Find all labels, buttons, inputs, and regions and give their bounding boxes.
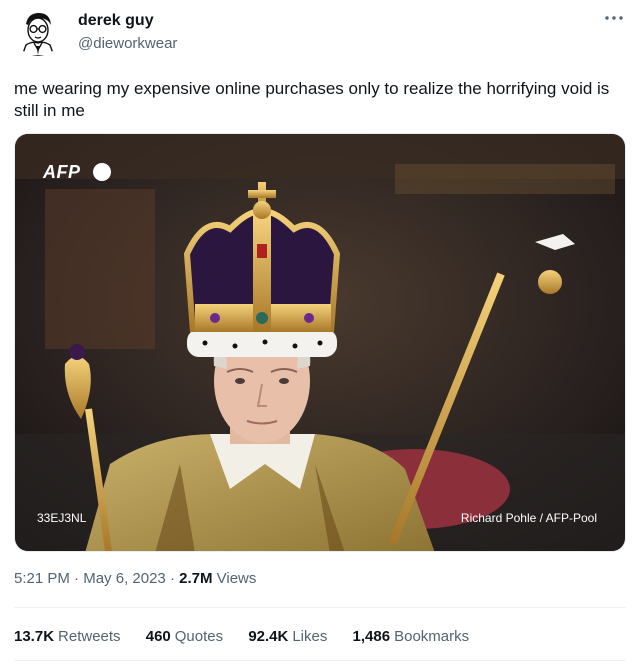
divider xyxy=(14,660,626,661)
tweet-date[interactable]: May 6, 2023 xyxy=(83,570,166,587)
stat-retweets[interactable]: 13.7K Retweets xyxy=(14,628,121,645)
author-handle[interactable]: @dieworkwear xyxy=(78,35,177,52)
avatar[interactable] xyxy=(14,8,62,56)
stat-count: 460 xyxy=(145,628,171,645)
photo-id: 33EJ3NL xyxy=(37,511,87,525)
author-display-name[interactable]: derek guy xyxy=(78,12,154,30)
tweet-photo[interactable]: AFP 33EJ3NL Richard Pohle / AFP-Pool xyxy=(14,133,626,552)
afp-logo-dot xyxy=(93,163,111,181)
stat-label: Bookmarks xyxy=(394,628,470,645)
tweet-stats: 13.7K Retweets 460 Quotes 92.4K Likes 1,486… xyxy=(14,628,490,648)
stat-count: 92.4K xyxy=(248,628,289,645)
afp-logo: AFP xyxy=(43,162,81,182)
more-dots-icon[interactable] xyxy=(602,10,626,30)
stat-likes[interactable]: 92.4K Likes xyxy=(248,628,327,645)
stat-label: Retweets xyxy=(58,628,121,645)
stat-count: 1,486 xyxy=(352,628,391,645)
tweet-time[interactable]: 5:21 PM xyxy=(14,570,70,587)
stat-bookmarks[interactable]: 1,486 Bookmarks xyxy=(353,628,470,645)
stat-label: Likes xyxy=(292,628,328,645)
meta-separator: · xyxy=(165,570,180,587)
photo-credit: Richard Pohle / AFP-Pool xyxy=(460,511,597,525)
tweet-header: derek guy @dieworkwear xyxy=(0,0,640,70)
views-count: 2.7M xyxy=(179,570,213,587)
divider xyxy=(14,607,626,608)
photo-image xyxy=(15,134,625,551)
tweet-meta: 5:21 PM · May 6, 2023 · 2.7M Views xyxy=(14,570,256,587)
tweet-text: me wearing my expensive online purchases… xyxy=(14,79,610,120)
views-label: Views xyxy=(212,570,257,587)
cartoon-portrait-icon xyxy=(14,8,62,56)
stat-quotes[interactable]: 460 Quotes xyxy=(146,628,223,645)
stat-count: 13.7K xyxy=(14,628,55,645)
stat-label: Quotes xyxy=(174,628,224,645)
meta-separator: · xyxy=(69,570,84,587)
